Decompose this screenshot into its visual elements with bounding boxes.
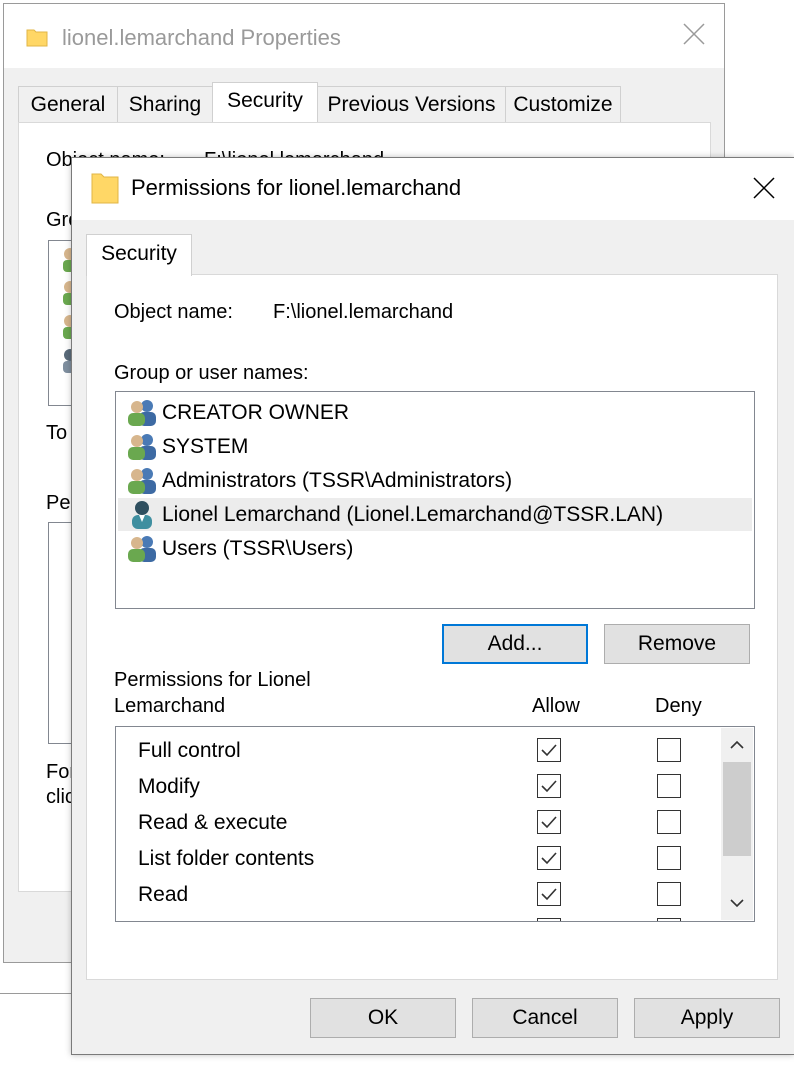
deny-checkbox[interactable] <box>657 774 681 798</box>
object-name-value: F:\lionel.lemarchand <box>273 301 454 323</box>
folder-icon <box>26 26 48 54</box>
tip-fragment: To <box>46 422 68 444</box>
user-name: Administrators (TSSR\Administrators) <box>162 468 513 492</box>
permission-name: Read & execute <box>138 811 288 834</box>
apply-button[interactable]: Apply <box>634 998 780 1038</box>
permission-name: Full control <box>138 739 241 762</box>
users-list[interactable]: CREATOR OWNER SYSTEM Administrators (TSS… <box>115 391 755 609</box>
tab-previous-versions[interactable]: Previous Versions <box>317 86 506 124</box>
permission-row-partial <box>116 913 720 921</box>
properties-title: lionel.lemarchand Properties <box>62 25 341 50</box>
scrollbar-thumb[interactable] <box>723 762 751 856</box>
allow-checkbox[interactable] <box>537 918 561 921</box>
permission-name: List folder contents <box>138 847 315 870</box>
list-item-system[interactable]: SYSTEM <box>118 430 752 463</box>
allow-checkbox[interactable] <box>537 774 561 798</box>
group-icon <box>128 399 156 426</box>
permission-row-read: Read <box>116 877 720 913</box>
allow-column-header: Allow <box>532 695 580 717</box>
permission-row-full-control: Full control <box>116 733 720 769</box>
permissions-label-fragment: Pe <box>46 492 71 514</box>
allow-checkbox[interactable] <box>537 810 561 834</box>
group-icon <box>128 535 156 562</box>
allow-checkbox[interactable] <box>537 846 561 870</box>
list-item-users[interactable]: Users (TSSR\Users) <box>118 532 752 565</box>
group-icon <box>128 467 156 494</box>
chevron-up-icon[interactable] <box>721 728 753 762</box>
chevron-down-icon[interactable] <box>721 886 753 920</box>
user-name: SYSTEM <box>162 434 249 458</box>
deny-checkbox[interactable] <box>657 738 681 762</box>
permission-name: Read <box>138 883 189 906</box>
deny-checkbox[interactable] <box>657 882 681 906</box>
group-or-user-names-label: Group or user names: <box>114 362 309 384</box>
close-icon[interactable] <box>682 22 706 52</box>
tab-security[interactable]: Security <box>86 234 192 276</box>
permission-row-modify: Modify <box>116 769 720 805</box>
deny-checkbox[interactable] <box>657 846 681 870</box>
list-item-creator-owner[interactable]: CREATOR OWNER <box>118 396 752 429</box>
deny-checkbox[interactable] <box>657 810 681 834</box>
add-button[interactable]: Add... <box>442 624 588 664</box>
permission-name: Modify <box>138 775 200 798</box>
user-icon <box>132 500 152 529</box>
dialog-titlebar: Permissions for lionel.lemarchand <box>72 158 794 220</box>
allow-checkbox[interactable] <box>537 882 561 906</box>
permissions-for-label-line1: Permissions for Lionel <box>114 669 311 691</box>
tab-general[interactable]: General <box>18 86 118 124</box>
user-name: Lionel Lemarchand (Lionel.Lemarchand@TSS… <box>162 502 664 526</box>
deny-column-header: Deny <box>655 695 702 717</box>
tab-customize[interactable]: Customize <box>505 86 621 124</box>
permissions-dialog: Permissions for lionel.lemarchand Securi… <box>71 157 794 1055</box>
close-icon[interactable] <box>752 176 776 206</box>
list-item-administrators[interactable]: Administrators (TSSR\Administrators) <box>118 464 752 497</box>
permissions-for-label-line2: Lemarchand <box>114 695 226 717</box>
user-name: CREATOR OWNER <box>162 400 350 424</box>
deny-checkbox[interactable] <box>657 918 681 921</box>
folder-icon <box>91 172 119 210</box>
permission-row-read-execute: Read & execute <box>116 805 720 841</box>
tab-security[interactable]: Security <box>212 82 318 126</box>
permissions-list[interactable]: Full control Modify Read & execute List … <box>115 726 755 922</box>
cancel-button[interactable]: Cancel <box>472 998 618 1038</box>
user-name: Users (TSSR\Users) <box>162 536 354 560</box>
list-item-lionel-lemarchand[interactable]: Lionel Lemarchand (Lionel.Lemarchand@TSS… <box>118 498 752 531</box>
allow-checkbox[interactable] <box>537 738 561 762</box>
ok-button[interactable]: OK <box>310 998 456 1038</box>
dialog-title: Permissions for lionel.lemarchand <box>131 175 462 200</box>
properties-titlebar: lionel.lemarchand Properties <box>4 4 724 68</box>
object-name-label: Object name: <box>114 301 233 323</box>
window-edge <box>0 993 75 994</box>
remove-button[interactable]: Remove <box>604 624 750 664</box>
group-icon <box>128 433 156 460</box>
tab-sharing[interactable]: Sharing <box>117 86 213 124</box>
permission-row-list-folder-contents: List folder contents <box>116 841 720 877</box>
permissions-scrollbar[interactable] <box>721 728 753 920</box>
